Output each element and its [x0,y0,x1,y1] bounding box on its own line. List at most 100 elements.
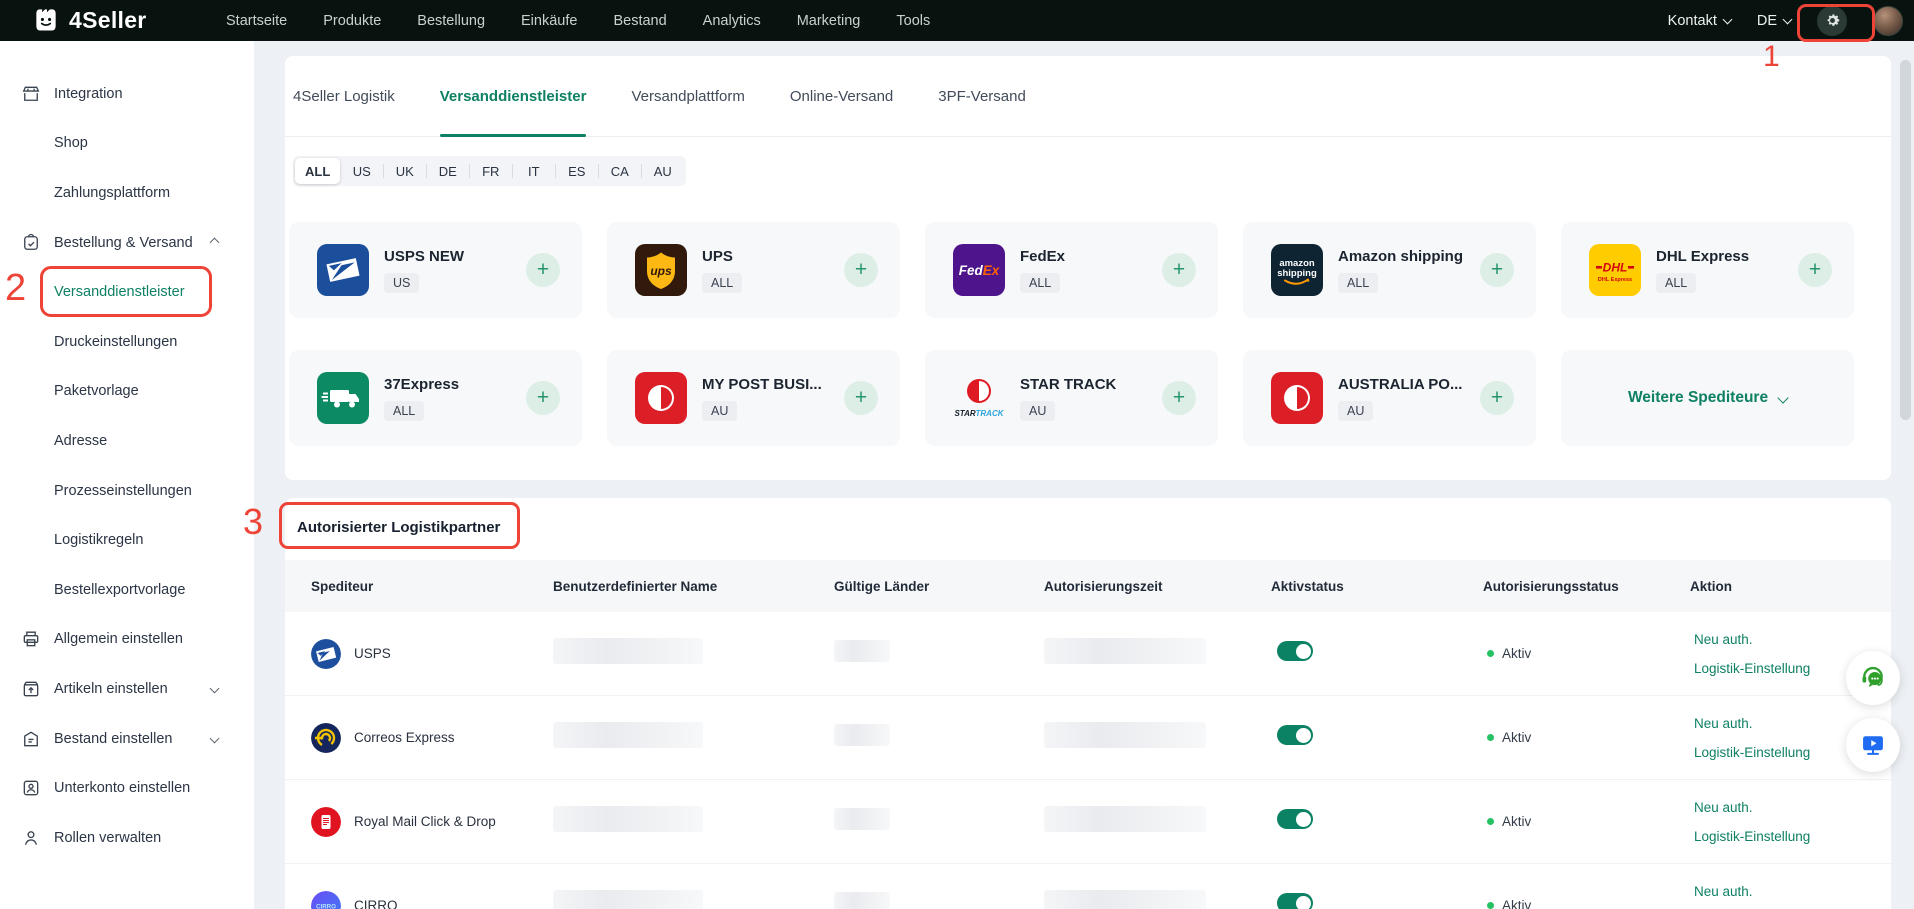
status-dot [1487,650,1494,657]
support-chat-button[interactable] [1846,651,1900,705]
carrier-card-star-track: STARTRACK STAR TRACKAU + [925,350,1218,446]
user-avatar[interactable] [1873,6,1903,36]
sidebar-item-bestellung-versand[interactable]: Bestellung & Versand [0,218,254,268]
filter-fr[interactable]: FR [469,158,512,184]
sidebar-item-integration[interactable]: Integration [0,69,254,119]
reauth-link[interactable]: Neu auth. [1694,632,1891,647]
nav-bestellung[interactable]: Bestellung [417,13,485,29]
sidebar-item-bestand-einstellen[interactable]: Bestand einstellen [0,714,254,764]
nav-bestand[interactable]: Bestand [613,13,666,29]
status-dot [1487,818,1494,825]
sidebar-item-prozesseinstellungen[interactable]: Prozesseinstellungen [0,466,254,516]
sidebar-item-versanddienstleister[interactable]: Versanddienstleister [0,267,254,317]
svg-text:STARTRACK: STARTRACK [954,409,1004,418]
carrier-card-australia-post: AUSTRALIA PO...AU + [1243,350,1536,446]
redacted-custom-name [553,806,703,832]
filter-us[interactable]: US [340,158,383,184]
reauth-link[interactable]: Neu auth. [1694,884,1891,899]
tab-versanddienstleister[interactable]: Versanddienstleister [440,56,587,136]
logistik-settings-link[interactable]: Logistik-Einstellung [1694,829,1891,844]
filter-ca[interactable]: CA [598,158,641,184]
nav-einkaeufe[interactable]: Einkäufe [521,13,577,29]
filter-au[interactable]: AU [641,158,684,184]
settings-gear-button[interactable] [1817,6,1847,36]
add-carrier-button[interactable]: + [844,253,878,287]
sidebar-item-artikeln-einstellen[interactable]: Artikeln einstellen [0,664,254,714]
carrier-grid: USPS NEWUS + ups UPSALL + FedEx FedExALL… [289,222,1854,446]
filter-all[interactable]: ALL [295,158,340,184]
table-header-row: Spediteur Benutzerdefinierter Name Gülti… [285,560,1891,612]
shopping-bag-logo-icon [33,5,59,37]
sidebar-item-unterkonto-einstellen[interactable]: Unterkonto einstellen [0,763,254,813]
sidebar-item-paketvorlage[interactable]: Paketvorlage [0,367,254,417]
add-carrier-button[interactable]: + [1480,381,1514,415]
australia-post-logo [1271,372,1323,424]
vertical-scrollbar[interactable] [1900,60,1911,420]
carrier-card-ups: ups UPSALL + [607,222,900,318]
country-badge: ALL [1656,273,1696,293]
table-row-correos-express: Correos Express Aktiv Neu auth.Logistik-… [285,696,1891,780]
id-card-icon [21,778,41,798]
carrier-card-dhl-express: DHLDHL Express DHL ExpressALL + [1561,222,1854,318]
sidebar-item-shop[interactable]: Shop [0,119,254,169]
more-carriers-button[interactable]: Weitere Spediteure [1561,350,1854,446]
status-label: Aktiv [1502,898,1531,909]
video-tutorial-button[interactable] [1846,718,1900,772]
filter-uk[interactable]: UK [383,158,426,184]
nav-tools[interactable]: Tools [896,13,930,29]
tab-online-versand[interactable]: Online-Versand [790,56,893,136]
add-carrier-button[interactable]: + [844,381,878,415]
status-dot [1487,902,1494,909]
carrier-card-fedex: FedEx FedExALL + [925,222,1218,318]
add-carrier-button[interactable]: + [526,253,560,287]
inventory-box-icon [21,729,41,749]
tab-4seller-logistik[interactable]: 4Seller Logistik [293,56,395,136]
active-toggle[interactable] [1277,725,1313,745]
table-row-usps: USPS Aktiv Neu auth.Logistik-Einstellung [285,612,1891,696]
table-row-royal-mail: Royal Mail Click & Drop Aktiv Neu auth.L… [285,780,1891,864]
redacted-auth-time [1044,638,1206,664]
contact-dropdown[interactable]: Kontakt [1668,13,1731,29]
partners-table: Spediteur Benutzerdefinierter Name Gülti… [285,560,1891,909]
carrier-card-amazon-shipping: amazonshipping Amazon shippingALL + [1243,222,1536,318]
filter-es[interactable]: ES [555,158,598,184]
nav-startseite[interactable]: Startseite [226,13,287,29]
language-dropdown[interactable]: DE [1757,13,1791,29]
status-label: Aktiv [1502,646,1531,661]
tab-versandplattform[interactable]: Versandplattform [631,56,744,136]
sidebar-item-bestellexportvorlage[interactable]: Bestellexportvorlage [0,565,254,615]
active-toggle[interactable] [1277,641,1313,661]
add-carrier-button[interactable]: + [1480,253,1514,287]
carrier-card-37express: 37ExpressALL + [289,350,582,446]
svg-text:CIRRO: CIRRO [316,903,336,909]
col-gueltige-laender: Gültige Länder [834,579,1044,594]
chevron-down-icon [1777,392,1788,403]
tab-3pf-versand[interactable]: 3PF-Versand [938,56,1026,136]
sidebar-item-adresse[interactable]: Adresse [0,416,254,466]
sidebar-item-druckeinstellungen[interactable]: Druckeinstellungen [0,317,254,367]
navbar-right: Kontakt DE [1668,0,1903,41]
add-carrier-button[interactable]: + [526,381,560,415]
add-carrier-button[interactable]: + [1798,253,1832,287]
sidebar-item-allgemein-einstellen[interactable]: Allgemein einstellen [0,615,254,665]
country-badge: US [384,273,419,293]
add-carrier-button[interactable]: + [1162,253,1196,287]
gear-icon [1824,12,1841,29]
redacted-custom-name [553,722,703,748]
add-carrier-button[interactable]: + [1162,381,1196,415]
carriers-panel: 4Seller Logistik Versanddienstleister Ve… [285,56,1891,480]
sidebar-item-zahlungsplattform[interactable]: Zahlungsplattform [0,168,254,218]
nav-analytics[interactable]: Analytics [703,13,761,29]
brand-logo[interactable]: 4Seller [33,0,147,41]
active-toggle[interactable] [1277,809,1313,829]
sidebar: Integration Shop Zahlungsplattform Beste… [0,41,254,909]
filter-de[interactable]: DE [426,158,469,184]
reauth-link[interactable]: Neu auth. [1694,800,1891,815]
filter-it[interactable]: IT [512,158,555,184]
sidebar-item-rollen-verwalten[interactable]: Rollen verwalten [0,813,254,863]
active-toggle[interactable] [1277,893,1313,909]
sidebar-item-logistikregeln[interactable]: Logistikregeln [0,515,254,565]
carrier-card-my-post-business: MY POST BUSI...AU + [607,350,900,446]
nav-produkte[interactable]: Produkte [323,13,381,29]
nav-marketing[interactable]: Marketing [797,13,861,29]
